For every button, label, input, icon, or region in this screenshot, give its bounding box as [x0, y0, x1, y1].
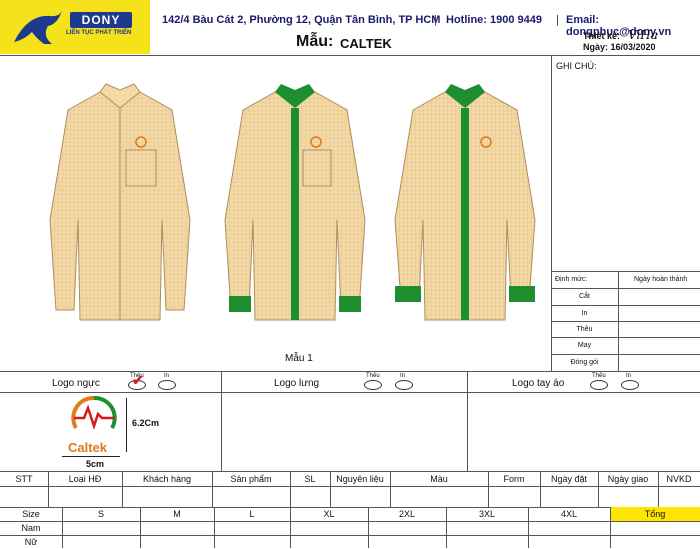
brand-name: DONY [70, 12, 132, 28]
separator: | [556, 14, 559, 26]
divider [598, 471, 599, 507]
ghi-chu-label: GHI CHÚ: [556, 61, 597, 71]
ngay-hoan-thanh-label: Ngày hoàn thành [634, 276, 688, 283]
order-header-6: Màu [430, 473, 448, 484]
in-label: In [400, 373, 406, 379]
checkmark-icon: ✔ [132, 372, 144, 388]
kangaroo-icon [14, 10, 62, 44]
dony-logo: DONY LIÊN TỤC PHÁT TRIỂN [0, 0, 150, 54]
in-checkbox[interactable] [395, 380, 413, 390]
divider [212, 471, 213, 507]
size-header-3: XL [323, 509, 335, 519]
size-row-label: Nam [21, 523, 41, 533]
separator: | [434, 14, 437, 26]
theu-label: Thêu [592, 373, 606, 379]
divider [446, 507, 447, 548]
in-checkbox[interactable] [158, 380, 176, 390]
order-header-7: Form [503, 473, 525, 484]
divider [48, 471, 49, 507]
divider [0, 535, 700, 536]
theu-checkbox[interactable] [364, 380, 382, 390]
step-cat: Cắt [579, 293, 590, 300]
order-header-3: Sản phẩm [230, 473, 272, 484]
logo-lung-label: Logo lưng [274, 378, 320, 389]
step-may: May [577, 342, 592, 349]
divider [122, 471, 123, 507]
divider [610, 507, 611, 548]
mau-value: CALTEK [340, 36, 392, 51]
step-theu: Thêu [576, 325, 593, 333]
divider [0, 371, 700, 372]
divider [0, 55, 700, 56]
divider [368, 507, 369, 548]
order-table: STT Loại HĐ Khách hàng Sản phẩm SL Nguyên liệ… [0, 471, 700, 507]
logo-height: 6.2Cm [132, 418, 160, 428]
order-header-5: Nguyên liệu [336, 473, 384, 484]
divider [658, 471, 659, 507]
theu-label: Thêu [366, 373, 380, 379]
divider [551, 271, 700, 272]
mau-label: Mẫu: [296, 33, 334, 50]
theu-checkbox[interactable] [590, 380, 608, 390]
divider [290, 471, 291, 507]
divider [488, 471, 489, 507]
caltek-text: Caltek [68, 440, 108, 455]
design-caption: Mẫu 1 [285, 353, 313, 364]
in-label: In [626, 373, 632, 379]
divider [330, 471, 331, 507]
size-header-0: S [97, 509, 104, 519]
shirt-1 [49, 83, 191, 321]
logo-width: 5cm [86, 459, 105, 469]
divider [214, 507, 215, 548]
divider [62, 507, 63, 548]
size-row-label: Nữ [24, 537, 38, 547]
divider [0, 392, 700, 393]
width-dimension-line [62, 456, 120, 457]
order-header-2: Khách hàng [142, 473, 192, 484]
shirt-3 [394, 84, 536, 321]
order-header-8: Ngày đặt [550, 473, 588, 484]
designer-signature: ViHa [628, 28, 658, 42]
size-header-7: Tổng [610, 507, 700, 521]
divider [467, 371, 468, 471]
shirt-2 [224, 84, 366, 321]
order-header-0: STT [15, 473, 33, 484]
size-header-5: 3XL [478, 509, 495, 519]
divider [290, 507, 291, 548]
order-header-10: NVKD [666, 473, 692, 484]
size-header-2: L [249, 509, 255, 519]
step-in: In [581, 309, 588, 317]
in-checkbox[interactable] [621, 380, 639, 390]
shirt-designs [49, 83, 536, 321]
divider [528, 507, 529, 548]
size-header-4: 2XL [398, 509, 415, 519]
size-table: Size Nam Nữ S M L XL 2XL 3XL 4XL Tổng [0, 507, 700, 548]
height-dimension-line [126, 398, 127, 452]
divider [390, 471, 391, 507]
order-header-4: SL [304, 473, 316, 484]
in-label: In [164, 373, 170, 379]
logo-tay-ao-label: Logo tay áo [512, 378, 565, 389]
caltek-logo-icon [71, 395, 117, 430]
size-label: Size [22, 509, 40, 519]
date: Ngày: 16/03/2020 [583, 42, 656, 52]
divider [140, 507, 141, 548]
address: 142/4 Bàu Cát 2, Phường 12, Quận Tân Bìn… [162, 14, 441, 26]
divider [0, 521, 700, 522]
divider [540, 471, 541, 507]
brand-slogan: LIÊN TỤC PHÁT TRIỂN [66, 30, 132, 36]
divider [0, 486, 700, 487]
logo-nguc-label: Logo ngực [52, 378, 100, 389]
size-header-6: 4XL [560, 509, 577, 519]
size-header-1: M [173, 509, 181, 519]
thietke-label: Thiết kế: [583, 31, 621, 41]
order-header-9: Ngày giao [607, 473, 649, 484]
step-dong-goi: Đóng gói [570, 359, 599, 366]
hotline: Hotline: 1900 9449 [446, 14, 542, 26]
dinh-muc-label: Định mức: [555, 276, 588, 283]
order-header-1: Loại HĐ [68, 473, 102, 484]
divider [221, 371, 222, 471]
